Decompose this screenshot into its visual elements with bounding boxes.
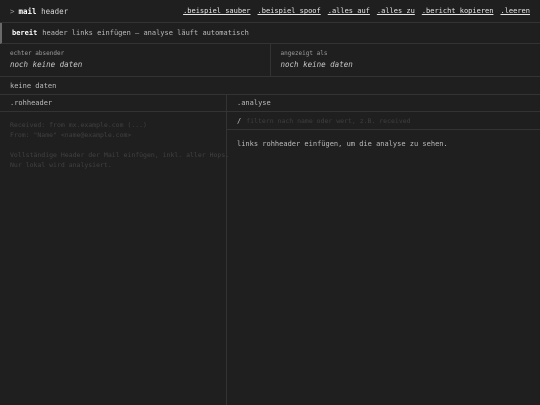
analysis-panel: .analyse / links rohheader einfügen, um … <box>227 95 540 405</box>
placeholder-line: Vollständige Header der Mail einfügen, i… <box>10 151 230 159</box>
real-sender-value: noch keine daten <box>10 60 83 69</box>
real-sender-box: echter absender noch keine daten <box>0 44 270 76</box>
info-text: keine daten <box>10 81 57 90</box>
placeholder-line: Nur lokal wird analysiert. <box>10 161 112 169</box>
prompt-glyph: > <box>10 6 15 16</box>
filter-bar: / <box>227 112 540 130</box>
raw-header-panel: .rohheader Received: from mx.example.com… <box>0 95 230 405</box>
example-spoof-link[interactable]: .beispiel spoof <box>258 7 321 15</box>
raw-header-textarea[interactable]: Received: from mx.example.com (...) From… <box>0 112 230 178</box>
status-badge: bereit <box>12 29 38 37</box>
placeholder-line: From: "Name" <name@example.com> <box>10 131 132 139</box>
real-sender-label: echter absender <box>10 50 65 57</box>
example-clean-link[interactable]: .beispiel sauber <box>183 7 250 15</box>
info-bar: keine daten <box>0 77 540 95</box>
analysis-hint: links rohheader einfügen, um die analyse… <box>237 140 448 148</box>
placeholder-spacer <box>10 140 216 150</box>
panels: .rohheader Received: from mx.example.com… <box>0 95 540 405</box>
expand-all-link[interactable]: .alles auf <box>328 7 370 15</box>
clear-link[interactable]: .leeren <box>500 7 530 15</box>
collapse-all-link[interactable]: .alles zu <box>377 7 415 15</box>
raw-header-title: .rohheader <box>0 95 226 112</box>
displayed-sender-value: noch keine daten <box>280 60 353 69</box>
filter-icon: / <box>237 116 242 125</box>
top-nav: .beispiel sauber .beispiel spoof .alles … <box>183 7 530 15</box>
status-bar: bereit header links einfügen — analyse l… <box>0 23 540 44</box>
top-bar: > mail header .beispiel sauber .beispiel … <box>0 0 540 23</box>
app-title-bold: mail <box>18 6 37 16</box>
app-title: > mail header <box>10 7 68 16</box>
filter-input[interactable] <box>246 116 530 125</box>
app-title-rest: header <box>41 6 69 16</box>
displayed-sender-label: angezeigt als <box>280 50 328 57</box>
sender-summary: echter absender noch keine daten angezei… <box>0 44 540 77</box>
status-text: header links einfügen — analyse läuft au… <box>42 29 249 37</box>
analysis-title: .analyse <box>227 95 540 112</box>
placeholder-line: Received: from mx.example.com (...) <box>10 121 147 129</box>
copy-report-link[interactable]: .bericht kopieren <box>422 7 494 15</box>
displayed-sender-box: angezeigt als noch keine daten <box>269 44 540 76</box>
